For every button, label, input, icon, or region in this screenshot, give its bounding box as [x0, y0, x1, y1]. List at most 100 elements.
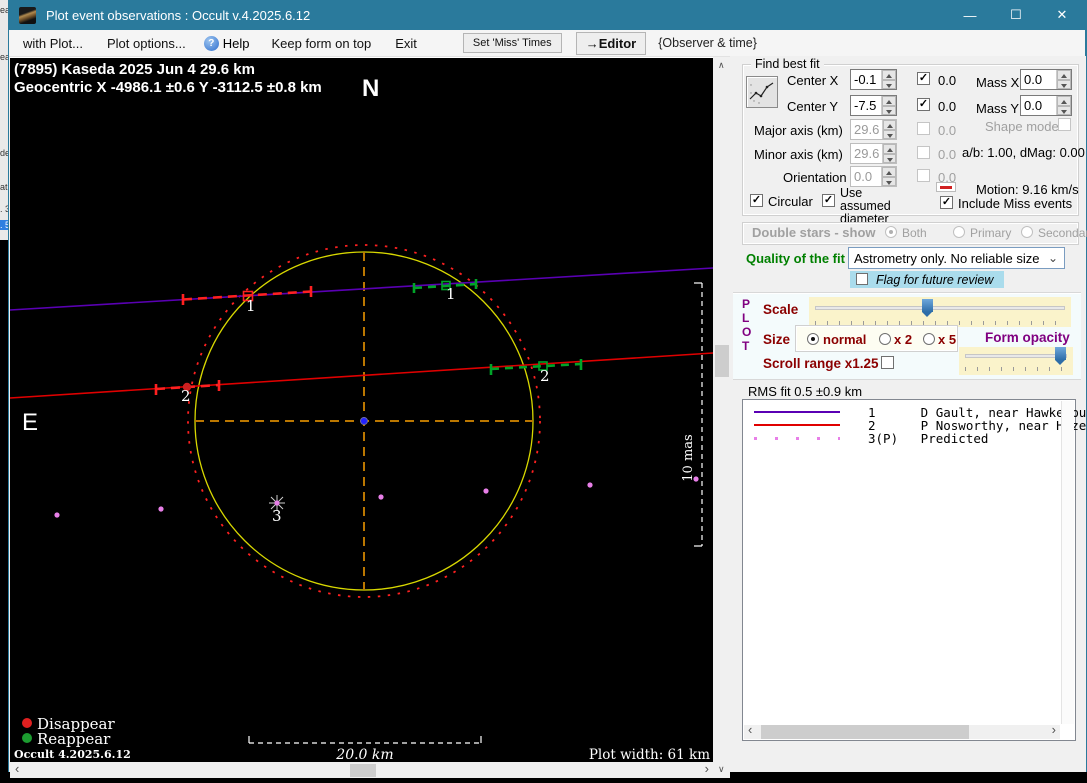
use-assumed-label: Use assumed diameter	[840, 187, 904, 226]
list-scroll-left-icon[interactable]	[748, 725, 752, 734]
scale-bar	[249, 736, 481, 743]
vertical-scroll-thumb[interactable]	[715, 345, 729, 377]
fit-list-box[interactable]: 1 D Gault, near Hawkesbur 2 P Nosworthy,…	[742, 399, 1076, 741]
flag-review-checkbox[interactable]	[856, 273, 868, 285]
scale-slider-thumb[interactable]	[922, 299, 933, 312]
menu-plot-options[interactable]: Plot options...	[97, 32, 196, 55]
minor-axis-zero-checkbox[interactable]	[917, 146, 930, 159]
chord1-label-left: 1	[246, 297, 256, 315]
include-miss-label: Include Miss events	[958, 196, 1072, 211]
scroll-range-label: Scroll range x1.25	[763, 356, 879, 371]
double-secondary-label: Secondary	[1038, 226, 1087, 240]
form-opacity-slider[interactable]	[959, 347, 1073, 375]
set-miss-times-button[interactable]: Set 'Miss' Times	[463, 33, 562, 53]
miss-line-swatch[interactable]	[936, 182, 956, 192]
list-item[interactable]: 2 P Nosworthy, near Hazel	[743, 418, 1075, 431]
chart-icon	[747, 77, 777, 107]
orientation-spinner[interactable]: 0.0	[850, 166, 897, 187]
scale-slider[interactable]	[809, 297, 1071, 327]
menu-help[interactable]: ? Help	[196, 32, 258, 55]
size-normal-radio[interactable]	[807, 333, 819, 345]
orientation-label: Orientation	[783, 170, 847, 185]
minor-axis-spinner[interactable]: 29.6	[850, 143, 897, 164]
form-opacity-thumb[interactable]	[1055, 347, 1066, 360]
chord2-label-right: 2	[540, 367, 550, 385]
list-scroll-right-icon[interactable]	[1052, 725, 1056, 734]
scroll-range-checkbox[interactable]	[881, 356, 894, 369]
list-vertical-scrollbar[interactable]	[1061, 401, 1074, 724]
plot-width-label: Plot width: 61 km	[589, 747, 710, 763]
major-axis-zero-checkbox[interactable]	[917, 122, 930, 135]
mass-y-label: Mass Y	[976, 101, 1019, 116]
scroll-up-icon[interactable]	[718, 61, 725, 70]
major-axis-label: Major axis (km)	[754, 123, 843, 138]
editor-button[interactable]: →Editor	[576, 32, 647, 55]
center-x-spinner[interactable]: -0.1	[850, 69, 897, 90]
plot-title-line2: Geocentric X -4986.1 ±0.6 Y -3112.5 ±0.8…	[14, 79, 322, 96]
major-axis-spinner[interactable]: 29.6	[850, 119, 897, 140]
plot-canvas: (7895) Kaseda 2025 Jun 4 29.6 km Geocent…	[10, 57, 713, 762]
reappear-legend-dot	[22, 733, 32, 743]
menu-keep-on-top[interactable]: Keep form on top	[262, 32, 382, 55]
north-label: N	[362, 75, 379, 102]
plot-title-line1: (7895) Kaseda 2025 Jun 4 29.6 km	[14, 61, 255, 78]
menu-bar: with Plot... Plot options... ? Help Keep…	[9, 30, 1085, 57]
chord3-predicted-dots	[54, 476, 698, 517]
close-button[interactable]: ✕	[1039, 0, 1085, 30]
horizontal-scroll-thumb[interactable]	[350, 764, 376, 777]
size-x2-radio[interactable]	[879, 333, 891, 345]
list-scroll-thumb[interactable]	[761, 725, 969, 739]
center-marker	[361, 418, 368, 425]
menu-exit[interactable]: Exit	[385, 32, 427, 55]
chord2-track	[10, 353, 713, 398]
background-window-sliver: ea ea de at . 3 . 5	[0, 0, 8, 240]
ab-dmag-label: a/b: 1.00, dMag: 0.00	[962, 145, 1085, 160]
menu-with-plot[interactable]: with Plot...	[13, 32, 93, 55]
center-y-zero-label: 0.0	[938, 99, 956, 114]
app-icon	[19, 7, 36, 24]
list-item[interactable]: 1 D Gault, near Hawkesbur	[743, 405, 1075, 418]
double-primary-radio[interactable]	[953, 226, 965, 238]
window-title: Plot event observations : Occult v.4.202…	[46, 8, 310, 23]
list-horizontal-scrollbar[interactable]	[744, 725, 1060, 739]
plot-horizontal-scrollbar[interactable]	[10, 763, 714, 778]
include-miss-checkbox[interactable]	[940, 196, 953, 209]
shape-model-checkbox[interactable]	[1058, 118, 1071, 131]
maximize-button[interactable]: ☐	[993, 0, 1039, 30]
size-x5-radio[interactable]	[923, 333, 935, 345]
center-x-zero-checkbox[interactable]	[917, 72, 930, 85]
quality-combobox[interactable]: Astrometry only. No reliable size ⌄	[848, 247, 1065, 269]
use-assumed-checkbox[interactable]	[822, 194, 835, 207]
mass-y-spinner[interactable]: 0.0	[1020, 95, 1072, 116]
best-fit-plot-button[interactable]	[746, 76, 778, 108]
double-secondary-radio[interactable]	[1021, 226, 1033, 238]
circular-checkbox[interactable]	[750, 194, 763, 207]
plot-vertical-scrollbar[interactable]	[714, 57, 730, 778]
mass-x-spinner[interactable]: 0.0	[1020, 69, 1072, 90]
app-window: Plot event observations : Occult v.4.202…	[8, 0, 1087, 772]
quality-label: Quality of the fit	[746, 251, 845, 266]
double-both-radio[interactable]	[885, 226, 897, 238]
minor-axis-label: Minor axis (km)	[754, 147, 843, 162]
center-y-spinner[interactable]: -7.5	[850, 95, 897, 116]
minimize-button[interactable]: —	[947, 0, 993, 30]
control-panel: Find best fit Center X -0.1 0.0 Mass X 0…	[730, 56, 1086, 772]
observer-time-label: {Observer & time}	[658, 36, 757, 50]
mas-label: 10 mas	[681, 434, 696, 481]
scroll-left-icon[interactable]	[15, 764, 19, 773]
size-x2-label: x 2	[894, 332, 912, 347]
center-y-zero-checkbox[interactable]	[917, 98, 930, 111]
scroll-down-icon[interactable]	[718, 765, 725, 774]
rms-fit-label: RMS fit 0.5 ±0.9 km	[748, 384, 862, 399]
orientation-zero-checkbox[interactable]	[917, 169, 930, 182]
menu-help-label: Help	[223, 36, 250, 51]
chord3-label: 3	[272, 507, 282, 525]
red-dash-icon	[940, 186, 952, 189]
plot-controls-section: P L O T Scale Size normal x 2 x 5 Form	[733, 292, 1081, 380]
title-bar: Plot event observations : Occult v.4.202…	[9, 0, 1085, 30]
list-item[interactable]: 3(P) Predicted	[743, 431, 1075, 444]
chord1-line-sample	[754, 411, 840, 413]
circular-label: Circular	[768, 194, 813, 209]
mas-bracket	[694, 283, 702, 546]
scroll-right-icon[interactable]	[705, 764, 709, 773]
